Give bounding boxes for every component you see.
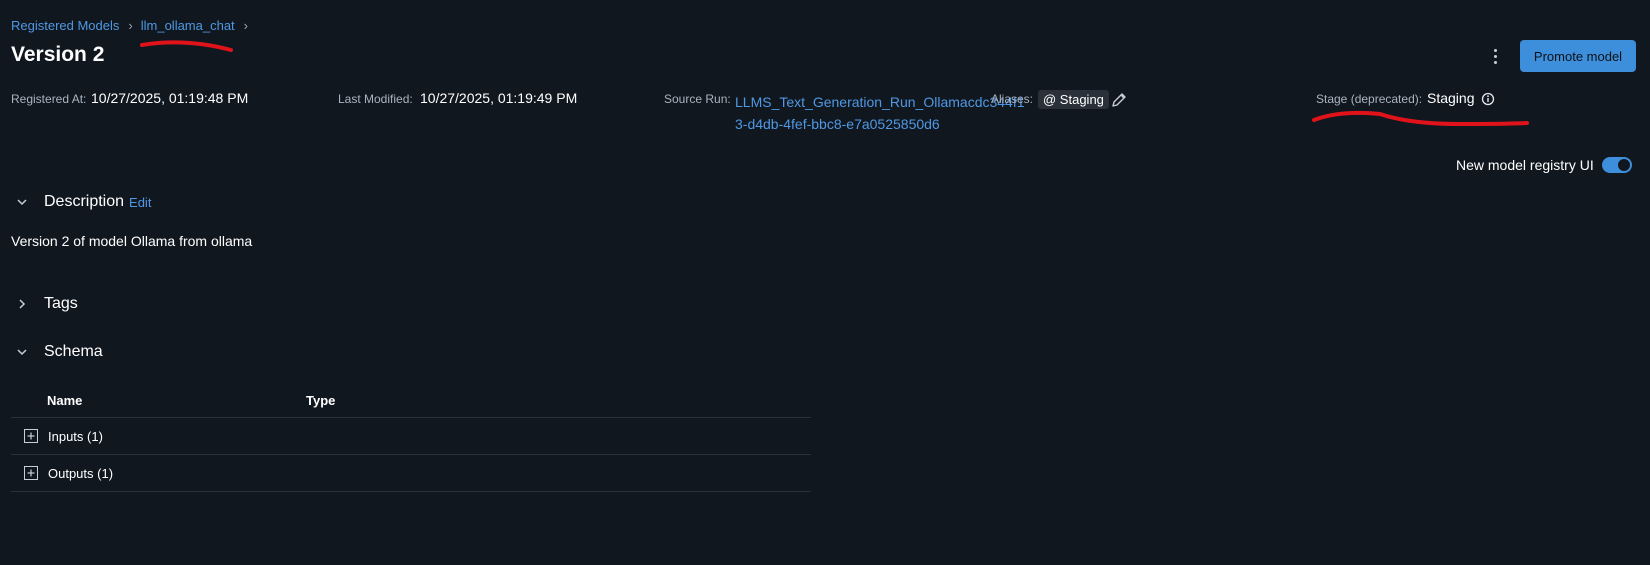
breadcrumb-model-link[interactable]: llm_ollama_chat (141, 18, 235, 33)
chevron-down-icon (17, 199, 27, 206)
stage-value: Staging (1427, 90, 1475, 106)
schema-title: Schema (44, 343, 103, 360)
breadcrumb-chevron-icon: › (243, 18, 249, 33)
schema-header-row: Name Type (11, 383, 811, 418)
table-row[interactable]: Inputs (1) (11, 418, 811, 455)
info-icon[interactable] (1481, 92, 1495, 106)
tags-title: Tags (44, 295, 78, 312)
schema-table: Name Type Inputs (1) Outputs (1) (11, 383, 811, 492)
row-name: Inputs (1) (48, 428, 103, 444)
breadcrumb-chevron-icon: › (128, 18, 133, 33)
description-text: Version 2 of model Ollama from ollama (11, 233, 253, 249)
table-row[interactable]: Outputs (1) (11, 455, 811, 492)
kebab-menu-icon[interactable] (1487, 44, 1503, 68)
breadcrumb: Registered Models › llm_ollama_chat › (11, 18, 256, 33)
pencil-edit-icon[interactable] (1110, 91, 1128, 109)
tags-section-header[interactable]: Tags (14, 295, 78, 313)
description-section-header[interactable]: Description Edit (14, 193, 151, 211)
source-run-label: Source Run: (664, 92, 731, 106)
aliases-label: Aliases: (991, 92, 1034, 106)
registered-at-label: Registered At: (11, 92, 87, 106)
row-name: Outputs (1) (48, 465, 114, 481)
new-registry-ui-toggle[interactable] (1601, 157, 1632, 173)
toggle-label: New model registry UI (1456, 157, 1594, 173)
schema-section-header[interactable]: Schema (14, 343, 103, 361)
model-version-page: Registered Models › llm_ollama_chat › Ve… (0, 0, 1650, 565)
alias-chip: @ Staging (1038, 90, 1109, 109)
chevron-down-icon (17, 349, 27, 356)
registered-at-value: 10/27/2025, 01:19:48 PM (91, 90, 249, 106)
expand-plus-icon[interactable] (24, 429, 38, 443)
expand-plus-icon[interactable] (24, 466, 38, 480)
new-registry-ui-toggle-group: New model registry UI (1456, 157, 1632, 173)
last-modified-value: 10/27/2025, 01:19:49 PM (420, 90, 578, 106)
page-title: Version 2 (11, 43, 105, 66)
column-header-name: Name (47, 392, 83, 408)
description-title: Description (44, 193, 125, 210)
column-header-type: Type (306, 392, 336, 408)
description-edit-link[interactable]: Edit (129, 195, 151, 210)
promote-model-button[interactable]: Promote model (1520, 40, 1636, 72)
stage-label: Stage (deprecated): (1316, 92, 1423, 106)
breadcrumb-registered-models[interactable]: Registered Models (11, 18, 119, 33)
chevron-right-icon (19, 299, 26, 309)
source-run-link[interactable]: LLMS_Text_Generation_Run_Ollamacdc344f13… (735, 91, 1025, 135)
last-modified-label: Last Modified: (338, 92, 413, 106)
